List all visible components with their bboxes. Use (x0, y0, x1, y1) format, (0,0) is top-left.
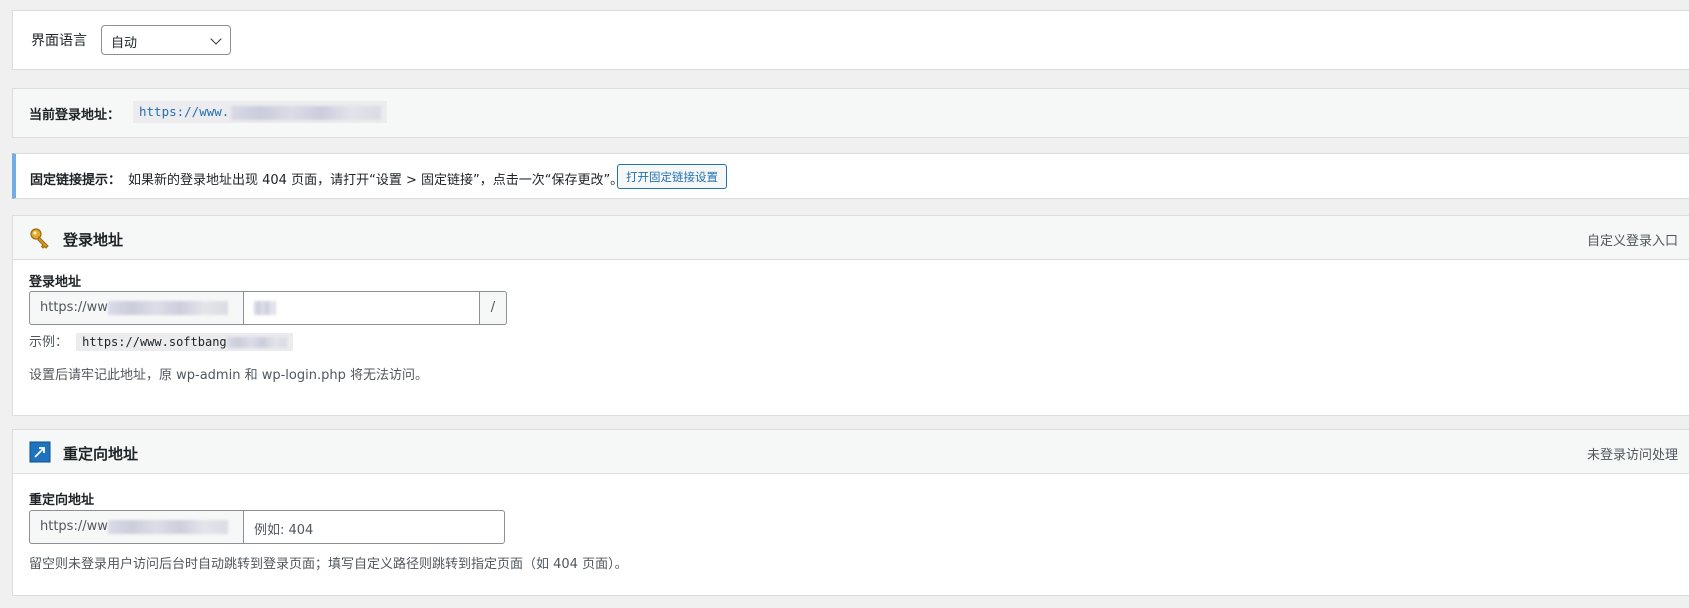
redacted-blur (226, 337, 287, 348)
redacted-blur (107, 300, 228, 315)
redirect-description: 留空则未登录用户访问后台时自动跳转到登录页面；填写自定义路径则跳转到指定页面（如… (29, 557, 628, 572)
language-selected-value: 自动 (111, 36, 138, 51)
current-login-label: 当前登录地址： (29, 108, 121, 123)
open-permalink-settings-button[interactable]: 打开固定链接设置 (617, 164, 727, 189)
language-card: 界面语言 自动 (12, 10, 1689, 70)
redirect-path-input[interactable]: 例如: 404 (243, 510, 505, 544)
example-url-text: https://www.softbang (82, 335, 227, 349)
login-field-label: 登录地址 (29, 275, 82, 290)
example-label: 示例： (29, 335, 69, 350)
login-description: 设置后请牢记此地址，原 wp-admin 和 wp-login.php 将无法访… (29, 368, 428, 383)
permalink-notice: 固定链接提示： 如果新的登录地址出现 404 页面，请打开“设置 > 固定链接”… (12, 153, 1689, 199)
redirect-section-aside: 未登录访问处理 (1587, 448, 1679, 463)
login-slug-input[interactable] (243, 291, 480, 325)
redacted-blur (254, 300, 276, 315)
login-example: 示例： https://www.softbang (29, 331, 293, 351)
redirect-url-prefix-text: https://ww (40, 519, 108, 534)
current-login-url-text: https://www. (139, 104, 230, 119)
redirect-field-label: 重定向地址 (29, 493, 95, 508)
redacted-blur (107, 519, 228, 534)
login-url-prefix-text: https://ww (40, 300, 108, 315)
redirect-section-header: 重定向地址 未登录访问处理 (13, 430, 1689, 474)
login-url-prefix: https://ww (29, 291, 243, 325)
redacted-blur (231, 105, 382, 120)
current-login-url[interactable]: https://www. (133, 101, 388, 123)
redirect-arrow-icon (29, 441, 51, 463)
example-url: https://www.softbang (76, 333, 293, 351)
redirect-section: 重定向地址 未登录访问处理 重定向地址 https://ww 例如: 404 留… (12, 429, 1689, 596)
redirect-section-title: 重定向地址 (63, 445, 139, 463)
redirect-url-prefix: https://ww (29, 510, 243, 544)
settings-page: 界面语言 自动 当前登录地址： https://www. 固定链接提示： 如果新… (0, 0, 1689, 608)
current-login-card: 当前登录地址： https://www. (12, 88, 1689, 138)
notice-text: 如果新的登录地址出现 404 页面，请打开“设置 > 固定链接”，点击一次“保存… (128, 173, 624, 188)
redirect-path-placeholder: 例如: 404 (254, 523, 314, 538)
login-section-header: 登录地址 自定义登录入口 (13, 216, 1689, 260)
login-section: 登录地址 自定义登录入口 登录地址 https://ww / 示例： https… (12, 215, 1689, 416)
chevron-down-icon (210, 33, 222, 45)
login-section-aside: 自定义登录入口 (1587, 234, 1679, 249)
key-icon (29, 227, 51, 249)
login-section-title: 登录地址 (63, 231, 124, 249)
language-select[interactable]: 自动 (101, 25, 231, 55)
login-url-suffix: / (480, 291, 507, 325)
language-label: 界面语言 (31, 33, 87, 49)
notice-title: 固定链接提示： (30, 173, 122, 188)
